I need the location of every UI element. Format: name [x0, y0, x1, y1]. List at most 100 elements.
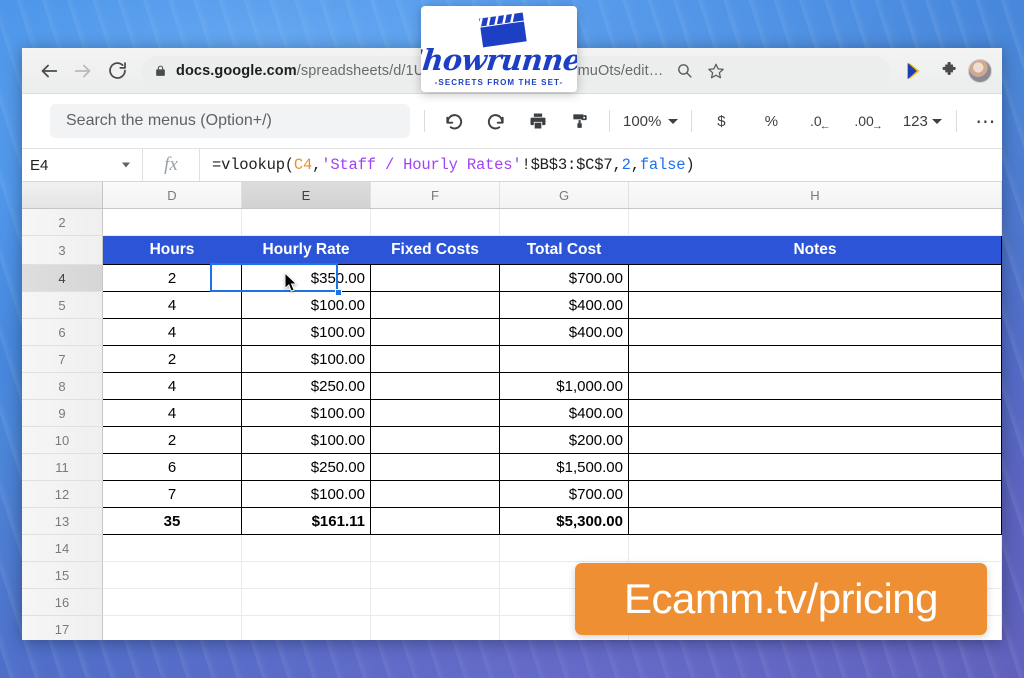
row-header-15[interactable]: 15	[22, 562, 103, 589]
cell-D9[interactable]: 4	[103, 400, 242, 427]
cell-E11[interactable]: $250.00	[242, 454, 371, 481]
search-menus-input[interactable]: Search the menus (Option+/)	[50, 104, 410, 138]
cell-H4[interactable]	[629, 265, 1002, 292]
redo-icon[interactable]	[476, 105, 516, 137]
cell-H6[interactable]	[629, 319, 1002, 346]
row-header-8[interactable]: 8	[22, 373, 103, 400]
cell-H12[interactable]	[629, 481, 1002, 508]
cell-D16[interactable]	[103, 589, 242, 616]
cell-G5[interactable]: $400.00	[500, 292, 629, 319]
row-header-4[interactable]: 4	[22, 265, 103, 292]
row-header-6[interactable]: 6	[22, 319, 103, 346]
reload-icon[interactable]	[100, 54, 134, 88]
column-header-F[interactable]: F	[371, 182, 500, 209]
cell-D7[interactable]: 2	[103, 346, 242, 373]
row-header-11[interactable]: 11	[22, 454, 103, 481]
cell-H9[interactable]	[629, 400, 1002, 427]
cell-G14[interactable]	[500, 535, 629, 562]
magnify-icon[interactable]	[669, 56, 699, 86]
percent-format-button[interactable]: %	[751, 105, 791, 137]
number-format-dropdown[interactable]: 123	[898, 105, 947, 137]
cell-D13[interactable]: 35	[103, 508, 242, 535]
cell-E14[interactable]	[242, 535, 371, 562]
cell-E4[interactable]: $350.00	[242, 265, 371, 292]
header-fixed-costs[interactable]: Fixed Costs	[371, 236, 500, 265]
name-box[interactable]: E4	[22, 149, 142, 181]
header-notes[interactable]: Notes	[629, 236, 1002, 265]
cell-F9[interactable]	[371, 400, 500, 427]
row-header-7[interactable]: 7	[22, 346, 103, 373]
cell-D5[interactable]: 4	[103, 292, 242, 319]
chevron-extension-icon[interactable]	[900, 56, 930, 86]
cell-D11[interactable]: 6	[103, 454, 242, 481]
cell-G4[interactable]: $700.00	[500, 265, 629, 292]
cell-D8[interactable]: 4	[103, 373, 242, 400]
forward-arrow-icon[interactable]	[66, 54, 100, 88]
cell-G6[interactable]: $400.00	[500, 319, 629, 346]
increase-decimal-button[interactable]: .00→	[849, 105, 889, 137]
cell-H13[interactable]	[629, 508, 1002, 535]
puzzle-piece-icon[interactable]	[934, 56, 964, 86]
column-header-E[interactable]: E	[242, 182, 371, 209]
cell-G7[interactable]	[500, 346, 629, 373]
back-arrow-icon[interactable]	[32, 54, 66, 88]
cell-G8[interactable]: $1,000.00	[500, 373, 629, 400]
row-header-13[interactable]: 13	[22, 508, 103, 535]
cell-E9[interactable]: $100.00	[242, 400, 371, 427]
header-hours[interactable]: Hours	[103, 236, 242, 265]
print-icon[interactable]	[518, 105, 558, 137]
cell-G12[interactable]: $700.00	[500, 481, 629, 508]
header-hourly-rate[interactable]: Hourly Rate	[242, 236, 371, 265]
row-header-9[interactable]: 9	[22, 400, 103, 427]
ecamm-pricing-banner[interactable]: Ecamm.tv/pricing	[575, 563, 987, 635]
row-header-5[interactable]: 5	[22, 292, 103, 319]
cell-F6[interactable]	[371, 319, 500, 346]
cell-D15[interactable]	[103, 562, 242, 589]
cell-E2[interactable]	[242, 209, 371, 236]
more-options-button[interactable]: ⋯	[966, 105, 1002, 137]
row-header-16[interactable]: 16	[22, 589, 103, 616]
cell-H10[interactable]	[629, 427, 1002, 454]
cell-H8[interactable]	[629, 373, 1002, 400]
cell-E13[interactable]: $161.11	[242, 508, 371, 535]
cell-H11[interactable]	[629, 454, 1002, 481]
cell-F11[interactable]	[371, 454, 500, 481]
cell-F13[interactable]	[371, 508, 500, 535]
cell-D12[interactable]: 7	[103, 481, 242, 508]
cell-H14[interactable]	[629, 535, 1002, 562]
header-total-cost[interactable]: Total Cost	[500, 236, 629, 265]
cell-G2[interactable]	[500, 209, 629, 236]
cell-H7[interactable]	[629, 346, 1002, 373]
cell-E7[interactable]: $100.00	[242, 346, 371, 373]
column-header-H[interactable]: H	[629, 182, 1002, 209]
row-header-10[interactable]: 10	[22, 427, 103, 454]
currency-format-button[interactable]: $	[701, 105, 741, 137]
select-all-corner[interactable]	[22, 182, 103, 209]
row-header-17[interactable]: 17	[22, 616, 103, 641]
row-header-12[interactable]: 12	[22, 481, 103, 508]
cell-F15[interactable]	[371, 562, 500, 589]
cell-D17[interactable]	[103, 616, 242, 641]
cell-G13[interactable]: $5,300.00	[500, 508, 629, 535]
cell-F14[interactable]	[371, 535, 500, 562]
row-header-3[interactable]: 3	[22, 236, 103, 265]
cell-E15[interactable]	[242, 562, 371, 589]
formula-input[interactable]: =vlookup(C4,'Staff / Hourly Rates'!$B$3:…	[200, 149, 1002, 181]
cell-D14[interactable]	[103, 535, 242, 562]
column-header-G[interactable]: G	[500, 182, 629, 209]
cell-G11[interactable]: $1,500.00	[500, 454, 629, 481]
undo-icon[interactable]	[434, 105, 474, 137]
cell-F7[interactable]	[371, 346, 500, 373]
cell-F2[interactable]	[371, 209, 500, 236]
cell-D2[interactable]	[103, 209, 242, 236]
cell-E8[interactable]: $250.00	[242, 373, 371, 400]
cell-F16[interactable]	[371, 589, 500, 616]
cell-F8[interactable]	[371, 373, 500, 400]
cell-H5[interactable]	[629, 292, 1002, 319]
cell-E10[interactable]: $100.00	[242, 427, 371, 454]
column-header-D[interactable]: D	[103, 182, 242, 209]
cell-F10[interactable]	[371, 427, 500, 454]
zoom-control[interactable]: 100%	[619, 113, 682, 130]
cell-F17[interactable]	[371, 616, 500, 641]
cell-F5[interactable]	[371, 292, 500, 319]
